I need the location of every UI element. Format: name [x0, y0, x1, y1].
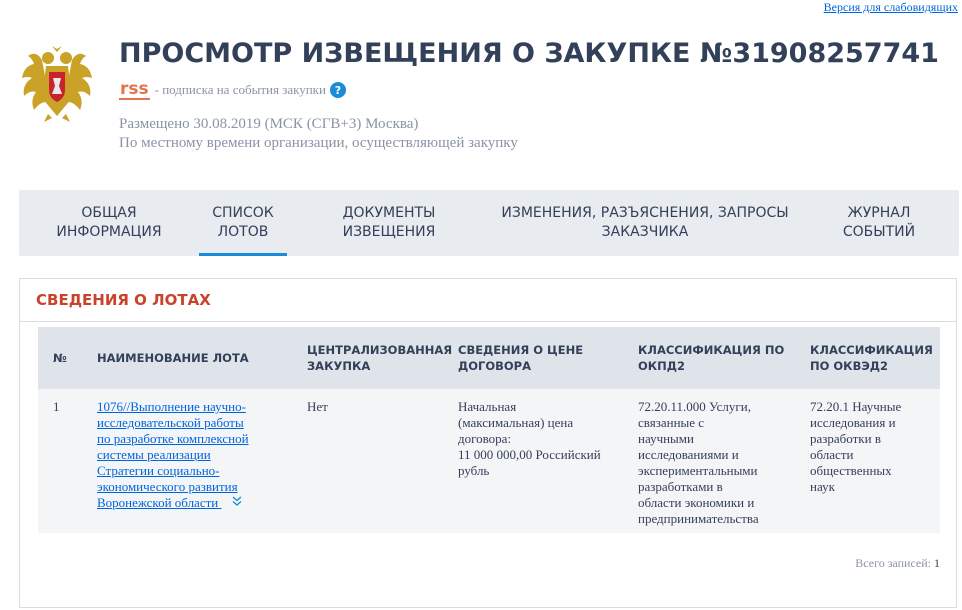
tab-lot-list[interactable]: СПИСОК ЛОТОВ — [199, 190, 287, 256]
help-icon[interactable]: ? — [329, 82, 346, 98]
lot-number: 1 — [53, 399, 60, 414]
header-line: ОКПД2 — [638, 359, 686, 373]
tab-label: ИЗВЕЩЕНИЯ — [342, 224, 436, 240]
price-line: рубль — [458, 463, 490, 478]
price-line: Начальная — [458, 399, 517, 414]
header-line: ЦЕНТРАЛИЗОВАННАЯ — [307, 343, 453, 357]
tab-notice-documents[interactable]: ДОКУМЕНТЫ ИЗВЕЩЕНИЯ — [287, 190, 491, 256]
okpd2-cell: 72.20.11.000 Услуги, связанные с научным… — [638, 399, 810, 527]
published-date: Размещено 30.08.2019 (МСК (СГВ+3) Москва… — [119, 116, 419, 132]
page-title: ПРОСМОТР ИЗВЕЩЕНИЯ О ЗАКУПКЕ №3190825774… — [119, 38, 939, 69]
column-header-price: СВЕДЕНИЯ О ЦЕНЕ ДОГОВОРА — [458, 342, 638, 374]
tab-bar: ОБЩАЯ ИНФОРМАЦИЯ СПИСОК ЛОТОВ ДОКУМЕНТЫ ИЗВ… — [19, 190, 959, 256]
table-row: 1 1076//Выполнение научно- исследователь… — [38, 389, 940, 533]
tab-label: ОБЩАЯ — [81, 205, 137, 221]
centralized-value: Нет — [307, 399, 328, 414]
price-line: (максимальная) цена — [458, 415, 574, 430]
column-header-name: НАИМЕНОВАНИЕ ЛОТА — [97, 351, 249, 365]
okved-line: 72.20.1 Научные — [810, 399, 902, 414]
lot-name-line: 1076//Выполнение научно- — [97, 399, 246, 414]
lot-name-cell: 1076//Выполнение научно- исследовательск… — [97, 399, 307, 511]
tab-label: ЛОТОВ — [217, 224, 269, 240]
okpd-line: области экономики и — [638, 495, 755, 510]
okpd-line: предпринимательства — [638, 511, 759, 526]
column-header-okved2: КЛАССИФИКАЦИЯ ПО ОКВЭД2 — [810, 342, 933, 374]
tab-label: ЗАКАЗЧИКА — [601, 224, 689, 240]
tab-label: ДОКУМЕНТЫ — [342, 205, 436, 221]
okpd-line: научными — [638, 431, 694, 446]
column-header-number: № — [53, 351, 67, 365]
okpd-line: связанные с — [638, 415, 705, 430]
price-line: договора: — [458, 431, 512, 446]
okpd-line: экспериментальными — [638, 463, 758, 478]
tab-label: ИЗМЕНЕНИЯ, РАЗЪЯСНЕНИЯ, ЗАПРОСЫ — [501, 205, 789, 221]
lot-name-line: Стратегии социально- — [97, 463, 220, 478]
lot-name-link[interactable]: 1076//Выполнение научно- исследовательск… — [97, 399, 307, 510]
header-line: ПО ОКВЭД2 — [810, 359, 889, 373]
expand-chevron-icon[interactable] — [231, 495, 243, 507]
lot-name-line: системы реализации — [97, 447, 211, 462]
lot-name-line: исследовательской работы — [97, 415, 244, 430]
column-header-okpd2: КЛАССИФИКАЦИЯ ПО ОКПД2 — [638, 342, 810, 374]
okved-line: области — [810, 447, 854, 462]
price-line: 11 000 000,00 Российский — [458, 447, 601, 462]
panel-title: СВЕДЕНИЯ О ЛОТАХ — [20, 279, 956, 322]
tab-general-info[interactable]: ОБЩАЯ ИНФОРМАЦИЯ — [19, 190, 199, 256]
records-total: Всего записей: 1 — [855, 556, 940, 571]
timezone-note: По местному времени организации, осущест… — [119, 135, 518, 151]
header-line: ЗАКУПКА — [307, 359, 371, 373]
rss-icon[interactable]: rss — [119, 80, 150, 100]
records-total-label: Всего записей: — [855, 556, 931, 570]
header-line: КЛАССИФИКАЦИЯ ПО — [638, 343, 785, 357]
publication-info: Размещено 30.08.2019 (МСК (СГВ+3) Москва… — [119, 115, 518, 153]
coat-of-arms-emblem — [22, 46, 92, 122]
tab-event-log[interactable]: ЖУРНАЛ СОБЫТИЙ — [799, 190, 959, 256]
header-line: СВЕДЕНИЯ О ЦЕНЕ — [458, 343, 584, 357]
tab-label: ЖУРНАЛ — [847, 205, 911, 221]
tab-label: СПИСОК — [212, 205, 274, 221]
header-line: КЛАССИФИКАЦИЯ — [810, 343, 933, 357]
okpd-line: 72.20.11.000 Услуги, — [638, 399, 751, 414]
okpd-line: исследованиями и — [638, 447, 739, 462]
accessibility-version-link[interactable]: Версия для слабовидящих — [824, 0, 958, 15]
price-cell: Начальная (максимальная) цена договора: … — [458, 399, 638, 479]
records-total-value: 1 — [934, 556, 940, 570]
okpd-line: разработками в — [638, 479, 723, 494]
lot-name-line: экономического развития — [97, 479, 238, 494]
okved2-cell: 72.20.1 Научные исследования и разработк… — [810, 399, 930, 495]
okved-line: наук — [810, 479, 835, 494]
rss-subscription-text: - подписка на события закупки — [154, 82, 326, 97]
lots-panel: СВЕДЕНИЯ О ЛОТАХ № НАИМЕНОВАНИЕ ЛОТА ЦЕН… — [19, 278, 957, 608]
okved-line: исследования и — [810, 415, 896, 430]
okved-line: общественных — [810, 463, 892, 478]
lot-name-line: Воронежской области — [97, 495, 219, 510]
tab-label: СОБЫТИЙ — [842, 224, 916, 240]
rss-subscription: rss - подписка на события закупки ? — [119, 80, 346, 100]
lot-name-line: по разработке комплексной — [97, 431, 249, 446]
table-header: № НАИМЕНОВАНИЕ ЛОТА ЦЕНТРАЛИЗОВАННАЯ ЗАК… — [38, 327, 940, 389]
lots-table: № НАИМЕНОВАНИЕ ЛОТА ЦЕНТРАЛИЗОВАННАЯ ЗАК… — [38, 327, 940, 533]
tab-changes-clarifications[interactable]: ИЗМЕНЕНИЯ, РАЗЪЯСНЕНИЯ, ЗАПРОСЫ ЗАКАЗЧИКА — [491, 190, 799, 256]
header-line: ДОГОВОРА — [458, 359, 531, 373]
column-header-centralized: ЦЕНТРАЛИЗОВАННАЯ ЗАКУПКА — [307, 342, 458, 374]
tab-label: ИНФОРМАЦИЯ — [56, 224, 162, 240]
okved-line: разработки в — [810, 431, 881, 446]
